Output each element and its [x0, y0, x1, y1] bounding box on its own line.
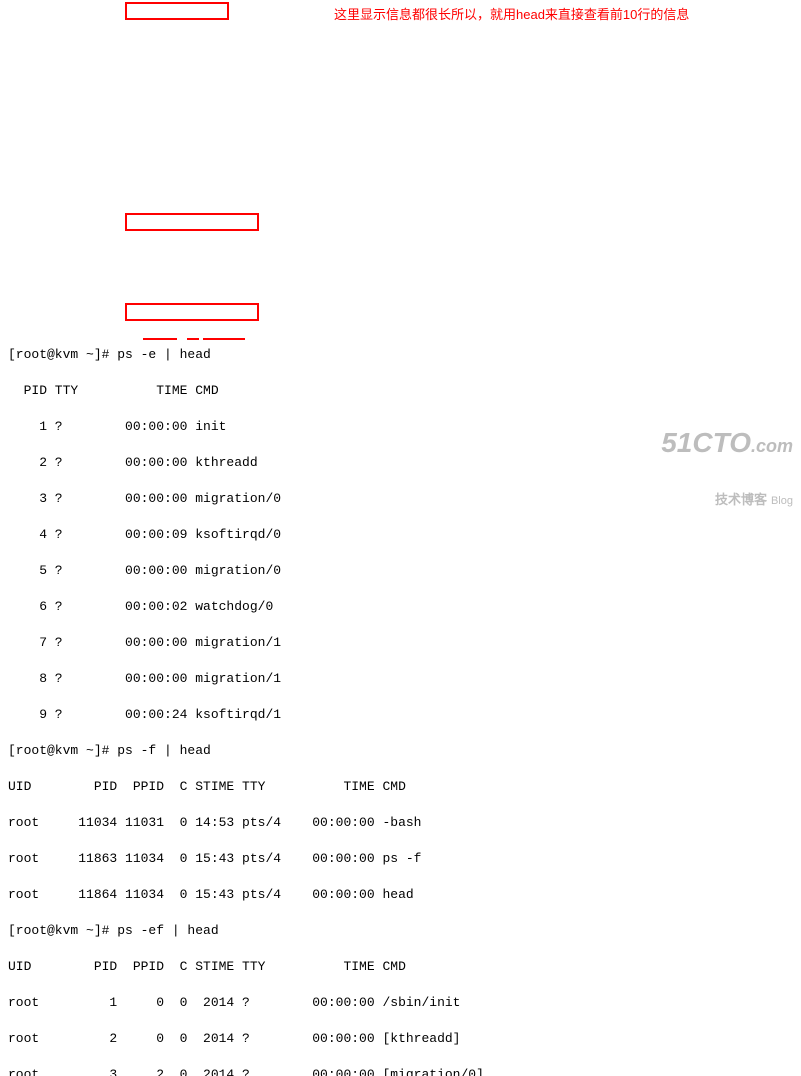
table-row: root 2 0 0 2014 ? 00:00:00 [kthreadd]: [8, 1030, 793, 1048]
table-row: 7 ? 00:00:00 migration/1: [8, 634, 793, 652]
command-2: ps -f | head: [117, 743, 211, 758]
ps-e-header: PID TTY TIME CMD: [8, 382, 793, 400]
prompt: [root@kvm ~]#: [8, 743, 117, 758]
table-row: root 1 0 0 2014 ? 00:00:00 /sbin/init: [8, 994, 793, 1012]
command-3: ps -ef | head: [117, 923, 218, 938]
prompt: [root@kvm ~]#: [8, 347, 117, 362]
table-row: 5 ? 00:00:00 migration/0: [8, 562, 793, 580]
ps-f-header: UID PID PPID C STIME TTY TIME CMD: [8, 778, 793, 796]
prompt-line-1: [root@kvm ~]# ps -e | head: [8, 346, 793, 364]
table-row: root 11863 11034 0 15:43 pts/4 00:00:00 …: [8, 850, 793, 868]
table-row: root 11034 11031 0 14:53 pts/4 00:00:00 …: [8, 814, 793, 832]
command-1: ps -e | head: [117, 347, 211, 362]
prompt: [root@kvm ~]#: [8, 923, 117, 938]
prompt-line-2: [root@kvm ~]# ps -f | head: [8, 742, 793, 760]
table-row: 9 ? 00:00:24 ksoftirqd/1: [8, 706, 793, 724]
annotation-text: 这里显示信息都很长所以，就用head来直接查看前10行的信息: [334, 6, 689, 24]
terminal[interactable]: [root@kvm ~]# ps -e | head PID TTY TIME …: [8, 328, 793, 1076]
highlight-box-cmd1: [125, 2, 229, 20]
table-row: root 11864 11034 0 15:43 pts/4 00:00:00 …: [8, 886, 793, 904]
table-row: 4 ? 00:00:09 ksoftirqd/0: [8, 526, 793, 544]
highlight-box-cmd2: [125, 213, 259, 231]
table-row: 2 ? 00:00:00 kthreadd: [8, 454, 793, 472]
table-row: 8 ? 00:00:00 migration/1: [8, 670, 793, 688]
highlight-box-cmd3: [125, 303, 259, 321]
table-row: root 3 2 0 2014 ? 00:00:00 [migration/0]: [8, 1066, 793, 1076]
table-row: 3 ? 00:00:00 migration/0: [8, 490, 793, 508]
table-row: 1 ? 00:00:00 init: [8, 418, 793, 436]
table-row: 6 ? 00:00:02 watchdog/0: [8, 598, 793, 616]
ps-ef-header: UID PID PPID C STIME TTY TIME CMD: [8, 958, 793, 976]
prompt-line-3: [root@kvm ~]# ps -ef | head: [8, 922, 793, 940]
